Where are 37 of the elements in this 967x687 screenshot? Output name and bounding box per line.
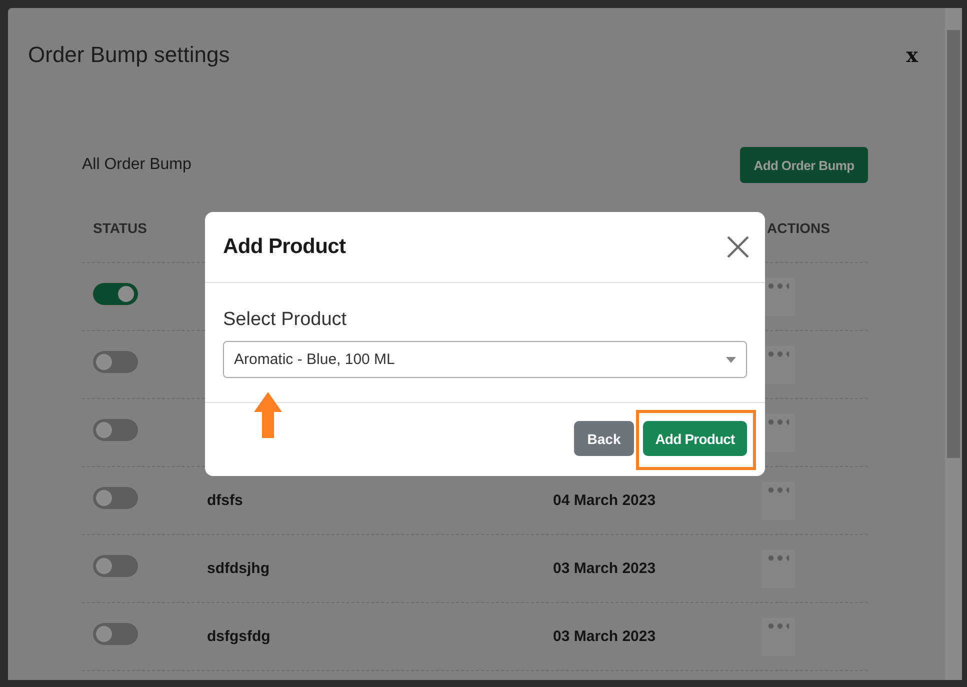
close-button[interactable] xyxy=(727,236,749,258)
back-button[interactable]: Back xyxy=(574,421,634,456)
table-cell-text: dfsfs xyxy=(206,492,243,508)
table-cell-text: dsfgsfdg xyxy=(206,628,270,644)
close-icon xyxy=(727,236,749,258)
more-icon xyxy=(768,282,789,288)
more-icon xyxy=(768,486,789,492)
close-button[interactable]: x xyxy=(906,43,918,67)
window-title: Order Bump settings xyxy=(28,42,230,68)
more-button[interactable] xyxy=(762,346,795,384)
status-toggle[interactable] xyxy=(93,555,138,577)
more-button[interactable] xyxy=(762,414,795,452)
more-icon xyxy=(768,622,789,628)
more-icon xyxy=(768,418,789,424)
more-icon xyxy=(768,350,789,356)
status-toggle[interactable] xyxy=(93,623,138,645)
table-cell: 04 March 2023 xyxy=(553,492,656,508)
add-product-button[interactable]: Add Product xyxy=(643,421,747,456)
status-toggle[interactable] xyxy=(93,351,138,373)
status-toggle[interactable] xyxy=(93,487,138,509)
table-cell-text: sdfdsjhg xyxy=(206,560,270,576)
status-toggle[interactable] xyxy=(93,419,138,441)
table-cell: 03 March 2023 xyxy=(553,628,656,644)
dialog-title: Add Product xyxy=(223,235,346,259)
add-order-bump-button[interactable]: Add Order Bump xyxy=(740,147,868,183)
more-button[interactable] xyxy=(762,278,795,316)
product-select[interactable]: Aromatic - Blue, 100 ML xyxy=(223,341,747,378)
table-cell: 03 March 2023 xyxy=(553,560,656,576)
more-icon xyxy=(768,554,789,560)
scrollbar[interactable] xyxy=(945,8,962,680)
column-header: ACTIONS xyxy=(766,220,831,236)
caret-icon xyxy=(726,356,736,362)
field-label: Select Product xyxy=(223,309,348,331)
arrow-annotation xyxy=(252,390,284,438)
status-toggle[interactable] xyxy=(93,283,138,305)
section-heading: All Order Bump xyxy=(82,156,192,174)
column-header: STATUS xyxy=(92,220,148,236)
